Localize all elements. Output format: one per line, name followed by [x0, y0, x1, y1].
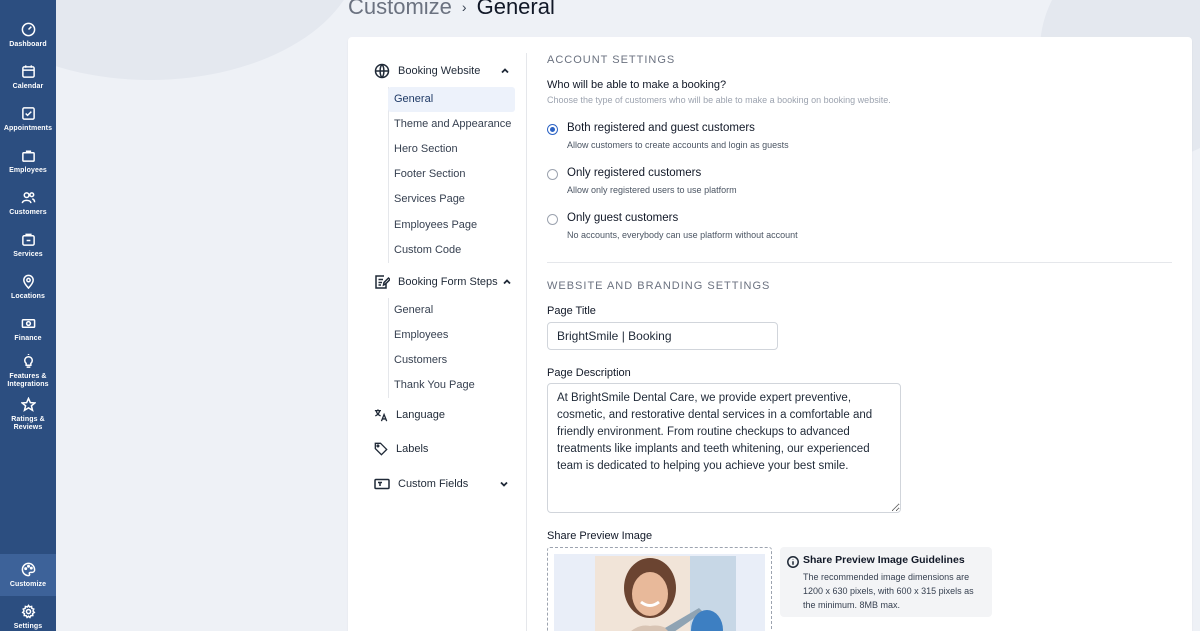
- appointments-icon: [21, 107, 35, 120]
- radio-guest-only[interactable]: [547, 214, 558, 225]
- section-title-account-settings: ACCOUNT SETTINGS: [547, 54, 676, 66]
- sidebar-item-label: Settings: [13, 623, 43, 630]
- radio-registered-only[interactable]: [547, 169, 558, 180]
- nav-item-hero-section[interactable]: Hero Section: [388, 137, 515, 162]
- option-title[interactable]: Only guest customers: [567, 212, 678, 224]
- share-image-label: Share Preview Image: [547, 530, 653, 542]
- page-title-label: Page Title: [547, 305, 596, 317]
- nav-item-services-page[interactable]: Services Page: [388, 187, 515, 212]
- form-edit-icon: [375, 275, 390, 289]
- sidebar-item-label: Locations: [11, 293, 45, 300]
- guidelines-text: The recommended image dimensions are 120…: [803, 572, 974, 610]
- booking-question-hint: Choose the type of customers who will be…: [547, 95, 891, 105]
- sidebar: Dashboard Calendar Appointments Employee…: [0, 0, 56, 631]
- nav-item-labels[interactable]: Labels: [374, 442, 428, 456]
- sidebar-item-customize[interactable]: Customize: [0, 554, 56, 596]
- settings-card: Booking Website General Theme and Appear…: [348, 37, 1192, 631]
- nav-item-form-employees[interactable]: Employees: [388, 323, 515, 348]
- nav-item-employees-page[interactable]: Employees Page: [388, 213, 515, 238]
- globe-icon: [374, 63, 390, 79]
- employees-icon: [21, 150, 35, 162]
- nav-group-booking-website[interactable]: Booking Website: [374, 63, 510, 79]
- nav-item-footer-section[interactable]: Footer Section: [388, 162, 515, 187]
- sidebar-item-label: Employees: [9, 167, 47, 174]
- breadcrumb-separator-icon: ›: [461, 0, 467, 15]
- booking-question: Who will be able to make a booking?: [547, 79, 727, 91]
- nav-group-label: Booking Form Steps: [398, 276, 498, 288]
- page-description-label: Page Description: [547, 367, 631, 379]
- nav-item-form-customers[interactable]: Customers: [388, 348, 515, 373]
- sidebar-item-label: Customize: [9, 581, 47, 588]
- sidebar-item-label: Customers: [9, 209, 47, 216]
- breadcrumb-parent[interactable]: Customize: [348, 0, 452, 20]
- sidebar-item-customers[interactable]: Customers: [0, 190, 56, 232]
- nav-item-label: Labels: [396, 443, 429, 455]
- nav-item-label: Custom Fields: [398, 478, 469, 490]
- sidebar-item-label: Dashboard: [9, 41, 47, 48]
- page-title: General: [476, 0, 555, 19]
- dental-patient-illustration: [595, 556, 736, 631]
- sidebar-item-label: Finance: [14, 335, 42, 342]
- section-divider: [547, 262, 1172, 263]
- chevron-up-icon: [501, 68, 509, 74]
- guidelines-box: Share Preview Image Guidelines The recom…: [780, 547, 992, 617]
- translate-icon: [374, 409, 388, 422]
- nav-item-language[interactable]: Language: [374, 408, 445, 422]
- lightbulb-icon: [23, 354, 33, 368]
- sidebar-item-ratings-reviews[interactable]: Ratings & Reviews: [0, 397, 56, 439]
- sidebar-item-label: Ratings & Reviews: [11, 416, 45, 431]
- nav-item-general[interactable]: General: [388, 87, 515, 112]
- sidebar-item-label: Calendar: [12, 83, 44, 90]
- share-preview-photo: [595, 556, 736, 631]
- sidebar-item-appointments[interactable]: Appointments: [0, 106, 56, 148]
- vertical-divider: [526, 53, 527, 631]
- star-icon: [20, 397, 36, 412]
- chevron-down-icon: [500, 481, 508, 487]
- info-icon: [787, 556, 799, 568]
- share-image-dropzone[interactable]: [547, 547, 772, 631]
- nav-group-label: Booking Website: [398, 65, 481, 77]
- sidebar-item-locations[interactable]: Locations: [0, 274, 56, 316]
- sidebar-item-label: Services: [13, 251, 43, 258]
- sidebar-item-features-integrations[interactable]: Features & Integrations: [0, 354, 56, 396]
- finance-icon: [21, 319, 35, 328]
- option-description: No accounts, everybody can use platform …: [567, 230, 798, 240]
- sidebar-item-label: Features & Integrations: [7, 373, 49, 388]
- gear-icon: [21, 604, 35, 619]
- sidebar-item-calendar[interactable]: Calendar: [0, 64, 56, 106]
- nav-item-thank-you-page[interactable]: Thank You Page: [388, 373, 515, 398]
- page-description-textarea[interactable]: At BrightSmile Dental Care, we provide e…: [547, 383, 901, 513]
- nav-group-booking-form-steps[interactable]: Booking Form Steps: [374, 274, 512, 290]
- sidebar-item-finance[interactable]: Finance: [0, 316, 56, 358]
- palette-icon: [21, 562, 35, 577]
- radio-both-customers[interactable]: [547, 124, 558, 135]
- option-title[interactable]: Only registered customers: [567, 167, 701, 179]
- breadcrumb: Customize › General: [348, 0, 555, 20]
- location-pin-icon: [22, 274, 34, 289]
- sidebar-item-employees[interactable]: Employees: [0, 148, 56, 190]
- nav-item-custom-code[interactable]: Custom Code: [388, 238, 515, 263]
- sidebar-item-label: Appointments: [3, 125, 53, 132]
- image-preview-area: [554, 554, 765, 631]
- services-icon: [21, 233, 35, 246]
- nav-item-form-general[interactable]: General: [388, 298, 515, 323]
- text-field-icon: [374, 478, 390, 490]
- dashboard-icon: [21, 22, 35, 37]
- sidebar-item-settings[interactable]: Settings: [0, 604, 56, 631]
- page-title-input[interactable]: BrightSmile | Booking: [547, 322, 778, 350]
- guidelines-title: Share Preview Image Guidelines: [803, 554, 965, 566]
- nav-group-custom-fields[interactable]: Custom Fields: [374, 476, 509, 492]
- section-title-branding: WEBSITE AND BRANDING SETTINGS: [547, 280, 771, 292]
- chevron-up-icon: [503, 279, 511, 285]
- sidebar-item-services[interactable]: Services: [0, 232, 56, 274]
- calendar-icon: [21, 65, 35, 78]
- tag-icon: [374, 442, 388, 456]
- nav-item-label: Language: [396, 409, 445, 421]
- option-description: Allow only registered users to use platf…: [567, 185, 737, 195]
- nav-item-theme-appearance[interactable]: Theme and Appearance: [388, 112, 515, 137]
- sidebar-item-dashboard[interactable]: Dashboard: [0, 22, 56, 64]
- customers-icon: [21, 192, 35, 204]
- option-title[interactable]: Both registered and guest customers: [567, 122, 755, 134]
- option-description: Allow customers to create accounts and l…: [567, 140, 789, 150]
